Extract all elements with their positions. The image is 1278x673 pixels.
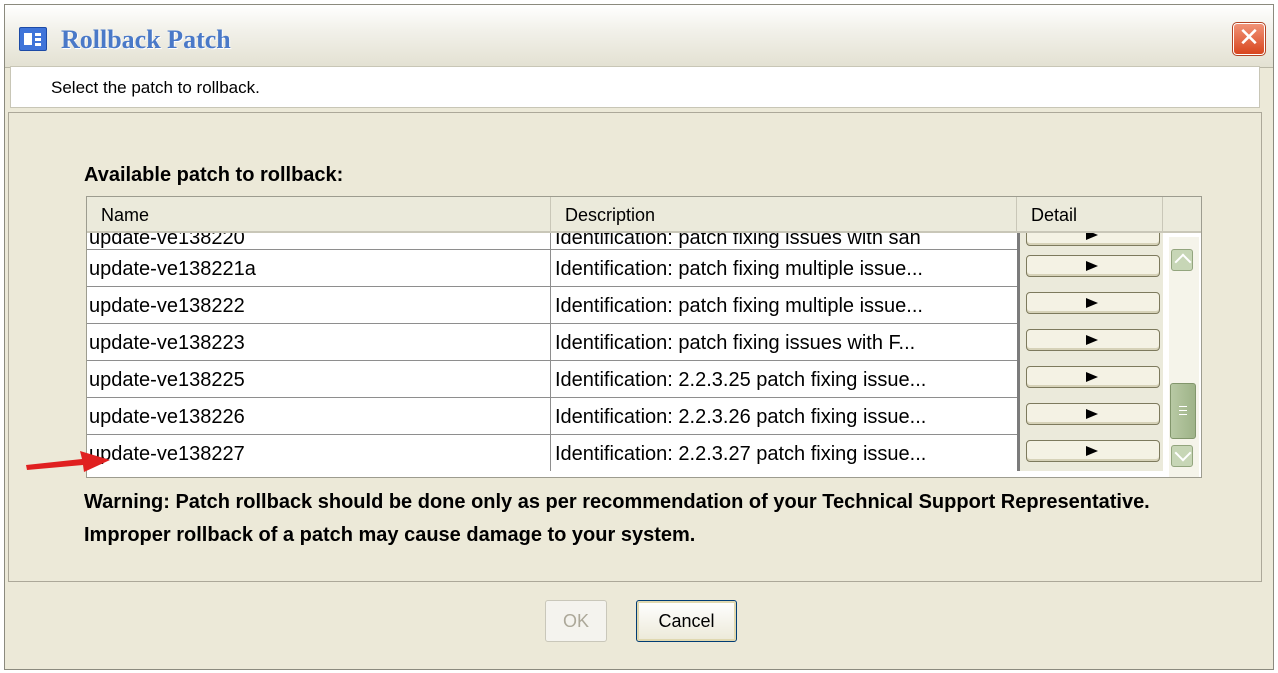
patch-description: Identification: 2.2.3.25 patch fixing is… [555, 369, 927, 391]
play-triangle-icon [1086, 446, 1098, 456]
instruction-text: Select the patch to rollback. [51, 78, 260, 97]
detail-button[interactable] [1026, 403, 1160, 425]
scroll-thumb[interactable] [1170, 383, 1196, 439]
detail-button[interactable] [1026, 292, 1160, 314]
ok-button[interactable]: OK [545, 600, 607, 642]
table-row[interactable]: update-ve138221a Identification: patch f… [87, 249, 1017, 286]
play-triangle-icon [1086, 372, 1098, 382]
patch-name: update-ve138227 [89, 435, 551, 471]
play-triangle-icon [1086, 298, 1098, 308]
table-row[interactable]: update-ve138227 Identification: 2.2.3.27… [87, 434, 1017, 471]
detail-cell [1017, 323, 1163, 360]
patch-description: Identification: patch fixing multiple is… [555, 295, 923, 317]
detail-cell [1017, 286, 1163, 323]
chevron-down-icon [1174, 444, 1192, 462]
table-row[interactable]: update-ve138226 Identification: 2.2.3.26… [87, 397, 1017, 434]
detail-cell [1017, 434, 1163, 471]
play-triangle-icon [1086, 335, 1098, 345]
red-arrow-icon [26, 451, 110, 472]
patch-description: Identification: 2.2.3.26 patch fixing is… [555, 406, 927, 428]
column-header-name-label: Name [87, 197, 551, 231]
play-triangle-icon [1086, 261, 1098, 271]
patch-name: update-ve138226 [89, 398, 551, 434]
close-button[interactable]: ✕ [1232, 22, 1266, 56]
cancel-button[interactable]: Cancel [636, 600, 737, 642]
grip-line [1179, 406, 1187, 407]
vertical-scrollbar[interactable] [1169, 237, 1199, 477]
table-row[interactable]: update-ve138222 Identification: patch fi… [87, 286, 1017, 323]
column-header-detail-label: Detail [1017, 197, 1163, 231]
table-row[interactable]: update-ve138223 Identification: patch fi… [87, 323, 1017, 360]
patch-name: update-ve138222 [89, 287, 551, 323]
warning-text: Warning: Patch rollback should be done o… [84, 491, 1150, 546]
table-row[interactable]: update-ve138225 Identification: 2.2.3.25… [87, 360, 1017, 397]
patch-name: update-ve138221a [89, 250, 551, 286]
detail-button[interactable] [1026, 329, 1160, 351]
window-title: Rollback Patch [61, 25, 231, 54]
patch-description: Identification: patch fixing issues with… [555, 332, 916, 354]
detail-button[interactable] [1026, 366, 1160, 388]
patch-description: Identification: patch fixing multiple is… [555, 258, 923, 280]
chevron-up-icon [1174, 253, 1192, 271]
play-triangle-icon [1086, 409, 1098, 419]
detail-cell [1017, 360, 1163, 397]
scroll-up-button[interactable] [1171, 249, 1193, 271]
title-bar[interactable]: Rollback Patch ✕ [5, 5, 1273, 68]
detail-cell [1017, 249, 1163, 286]
detail-button[interactable] [1026, 255, 1160, 277]
instruction-bar: Select the patch to rollback. [10, 66, 1260, 108]
scroll-down-button[interactable] [1171, 444, 1193, 467]
grip-line [1179, 414, 1187, 415]
patch-name: update-ve138225 [89, 361, 551, 397]
detail-cell [1017, 397, 1163, 434]
patch-name: update-ve138223 [89, 324, 551, 360]
available-patch-label: Available patch to rollback: [84, 164, 344, 186]
detail-button[interactable] [1026, 440, 1160, 462]
app-icon [19, 27, 47, 51]
patch-table: Name Description Detail update-ve138220 … [86, 196, 1202, 478]
patch-description: Identification: 2.2.3.27 patch fixing is… [555, 443, 927, 465]
table-header-cover: Name Description Detail [87, 197, 1201, 233]
grip-line [1179, 410, 1187, 411]
column-header-description-label: Description [551, 197, 1017, 231]
